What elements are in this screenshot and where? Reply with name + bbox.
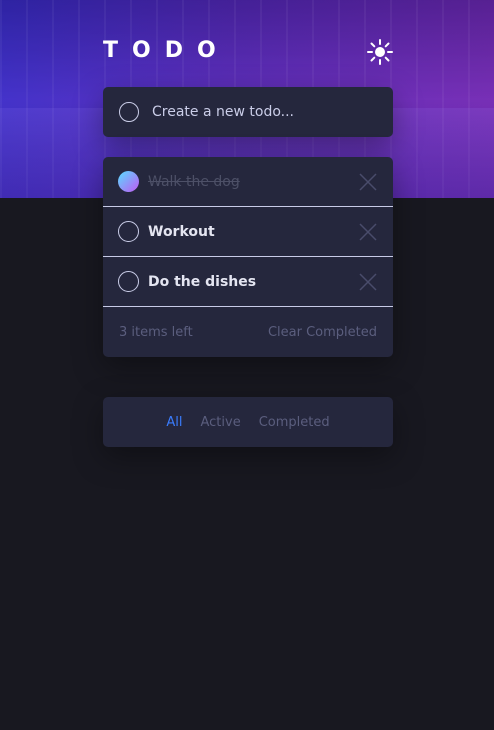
filter-completed[interactable]: Completed — [259, 415, 330, 430]
delete-icon[interactable] — [359, 173, 377, 191]
todo-text: Do the dishes — [148, 273, 257, 290]
new-todo-card — [103, 87, 393, 137]
todo-checkbox-checked[interactable] — [118, 171, 139, 192]
todo-item[interactable]: Workout — [103, 207, 393, 257]
app-title: TODO — [103, 38, 230, 63]
todo-item[interactable]: Do the dishes — [103, 257, 393, 307]
new-todo-input[interactable] — [150, 103, 374, 121]
filter-bar: All Active Completed — [103, 397, 393, 447]
todo-text: Walk the dog — [148, 173, 240, 190]
clear-completed-button[interactable]: Clear Completed — [268, 325, 377, 340]
list-footer: 3 items left Clear Completed — [103, 307, 393, 357]
todo-text: Workout — [148, 223, 215, 240]
filter-all[interactable]: All — [166, 415, 182, 430]
todo-item[interactable]: Walk the dog — [103, 157, 393, 207]
delete-icon[interactable] — [359, 223, 377, 241]
todo-checkbox[interactable] — [118, 221, 139, 242]
todo-checkbox[interactable] — [118, 271, 139, 292]
theme-toggle-button[interactable] — [366, 38, 394, 66]
sun-icon — [367, 39, 393, 65]
delete-icon[interactable] — [359, 273, 377, 291]
filter-active[interactable]: Active — [201, 415, 241, 430]
new-todo-checkbox[interactable] — [119, 102, 139, 122]
todo-list: Walk the dog Workout Do the dishes 3 ite… — [103, 157, 393, 357]
items-left-count: 3 items left — [119, 324, 193, 340]
